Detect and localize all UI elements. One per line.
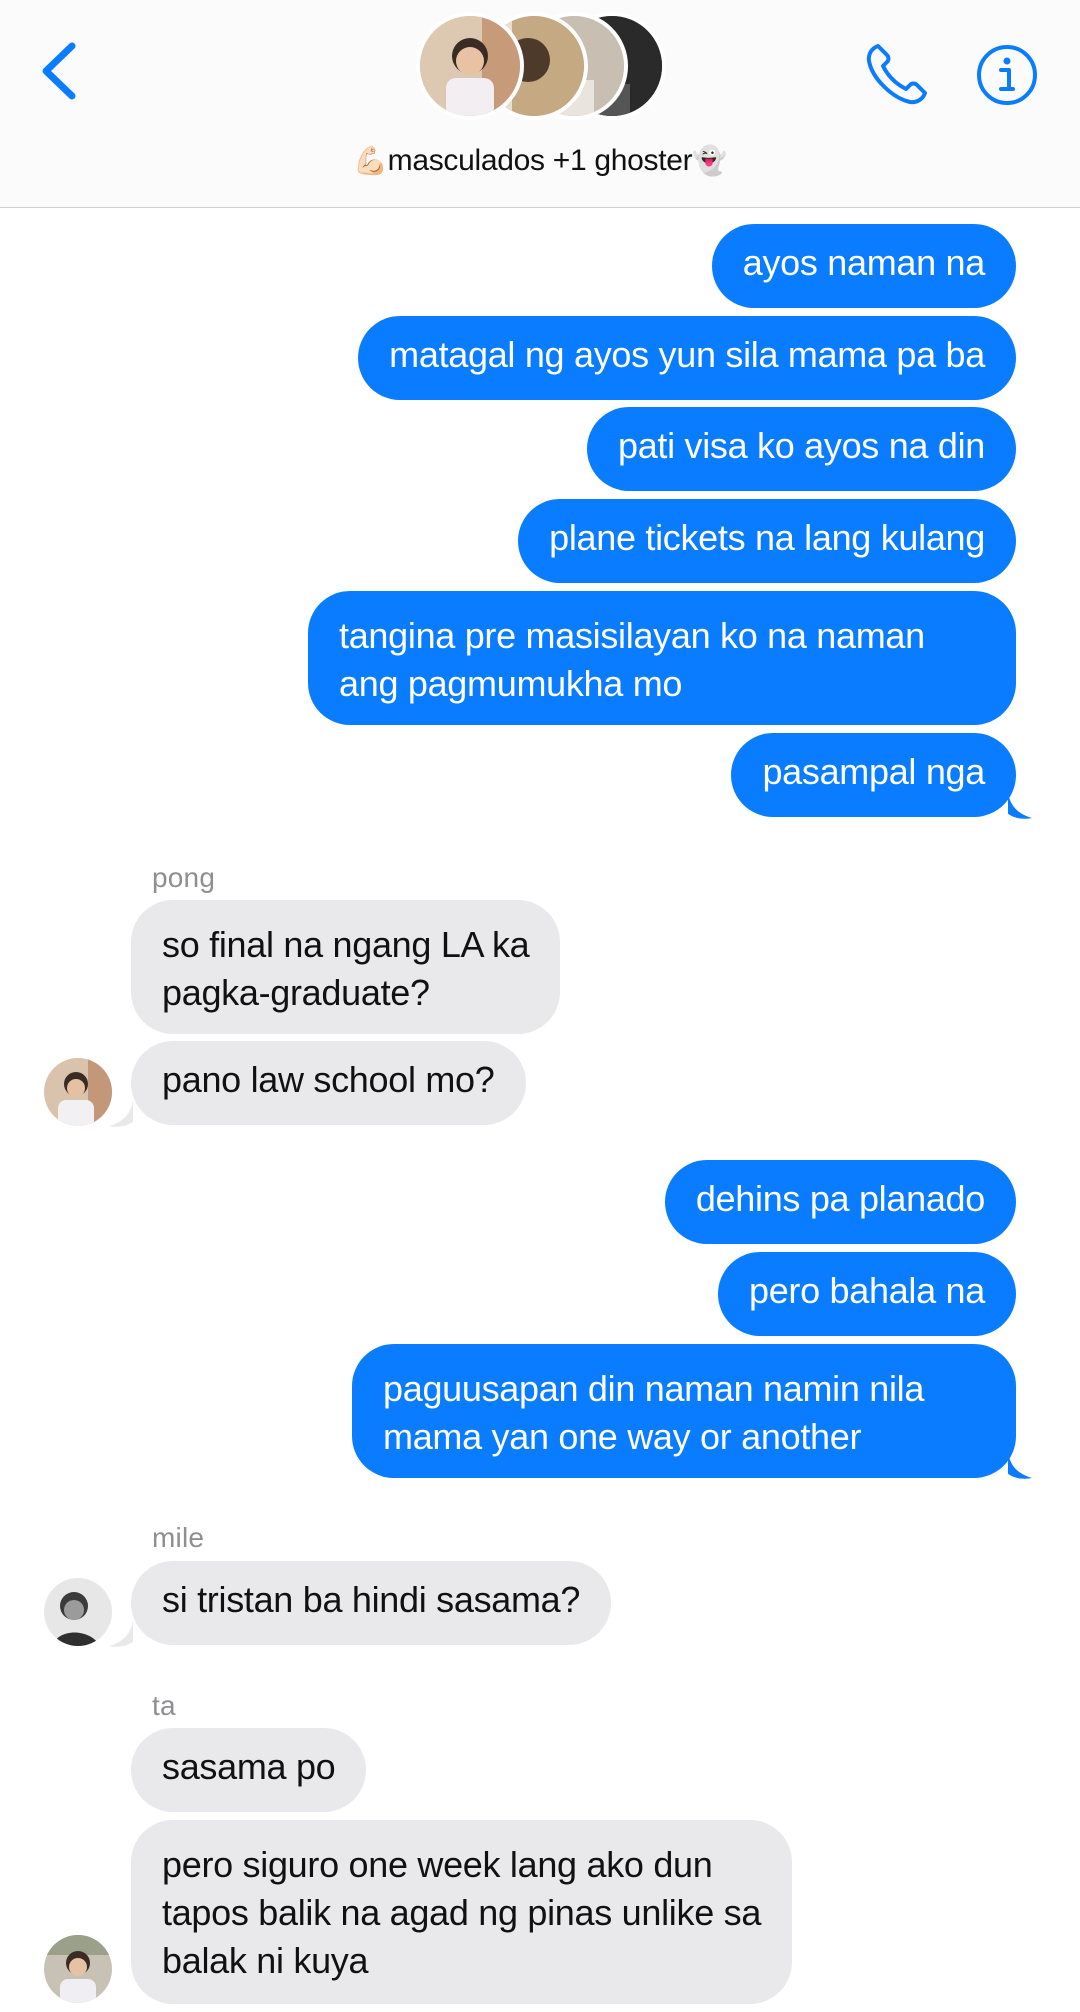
chat-header: 💪🏻masculados +1 ghoster👻 [0,0,1080,208]
outgoing-message[interactable]: tangina pre masisilayan ko na naman ang … [308,591,1016,725]
outgoing-message[interactable]: ayos naman na [711,224,1016,308]
message-line: balak ni kuya [162,1940,369,1981]
group-name[interactable]: 💪🏻masculados +1 ghoster👻 [0,144,1080,178]
sender-label: mile [152,1522,205,1553]
bubble-tail [109,1620,133,1647]
ghost-emoji: 👻 [692,145,727,176]
incoming-message[interactable]: pero siguro one week lang ako dun tapos … [131,1820,793,2004]
sender-label: ta [152,1690,176,1721]
bubble-tail [1008,792,1032,819]
message-text: matagal ng ayos yun sila mama pa ba [389,334,985,375]
incoming-message[interactable]: pano law school mo? [131,1041,526,1125]
incoming-message[interactable]: so final na ngang LA ka pagka-graduate? [131,900,561,1034]
info-icon[interactable] [976,44,1038,106]
message-line: ang pagmumukha mo [339,663,683,704]
outgoing-message[interactable]: dehins pa planado [664,1160,1016,1244]
group-avatars[interactable] [416,8,666,126]
message-text: sasama po [162,1746,336,1787]
incoming-message[interactable]: si tristan ba hindi sasama? [131,1561,612,1645]
incoming-message[interactable]: sasama po [131,1728,367,1812]
message-line: pero siguro one week lang ako dun [162,1844,713,1885]
member-avatar [416,12,524,120]
message-text: pero bahala na [748,1270,985,1311]
message-line: tangina pre masisilayan ko na naman [339,615,925,656]
message-line: paguusapan din naman namin nila [383,1368,925,1409]
message-line: so final na ngang LA ka [162,924,530,965]
outgoing-message[interactable]: matagal ng ayos yun sila mama pa ba [358,316,1016,400]
outgoing-message[interactable]: pasampal nga [731,733,1016,817]
message-text: pati visa ko ayos na din [617,425,985,466]
message-text: pasampal nga [762,751,985,792]
message-line: mama yan one way or another [383,1416,862,1457]
back-chevron-icon[interactable] [34,36,94,106]
message-text: ayos naman na [742,242,986,283]
sender-avatar[interactable] [44,1578,112,1646]
flexed-biceps-emoji: 💪🏻 [353,145,388,176]
outgoing-message[interactable]: paguusapan din naman namin nila mama yan… [352,1344,1016,1478]
message-line: tapos balik na agad ng pinas unlike sa [162,1892,762,1933]
phone-icon[interactable] [862,40,932,110]
message-text: plane tickets na lang kulang [549,517,985,558]
message-text: si tristan ba hindi sasama? [162,1579,581,1620]
outgoing-message[interactable]: pati visa ko ayos na din [586,407,1016,491]
message-text: pano law school mo? [162,1059,495,1100]
bubble-tail [1008,1452,1032,1479]
message-text: dehins pa planado [695,1178,985,1219]
outgoing-message[interactable]: plane tickets na lang kulang [518,499,1016,583]
sender-avatar[interactable] [44,1935,112,2003]
message-line: pagka-graduate? [162,972,430,1013]
group-name-text: masculados +1 ghoster [387,144,693,177]
bubble-tail [109,1100,133,1127]
outgoing-message[interactable]: pero bahala na [717,1252,1016,1336]
sender-label: pong [152,862,216,893]
sender-avatar[interactable] [44,1058,112,1126]
